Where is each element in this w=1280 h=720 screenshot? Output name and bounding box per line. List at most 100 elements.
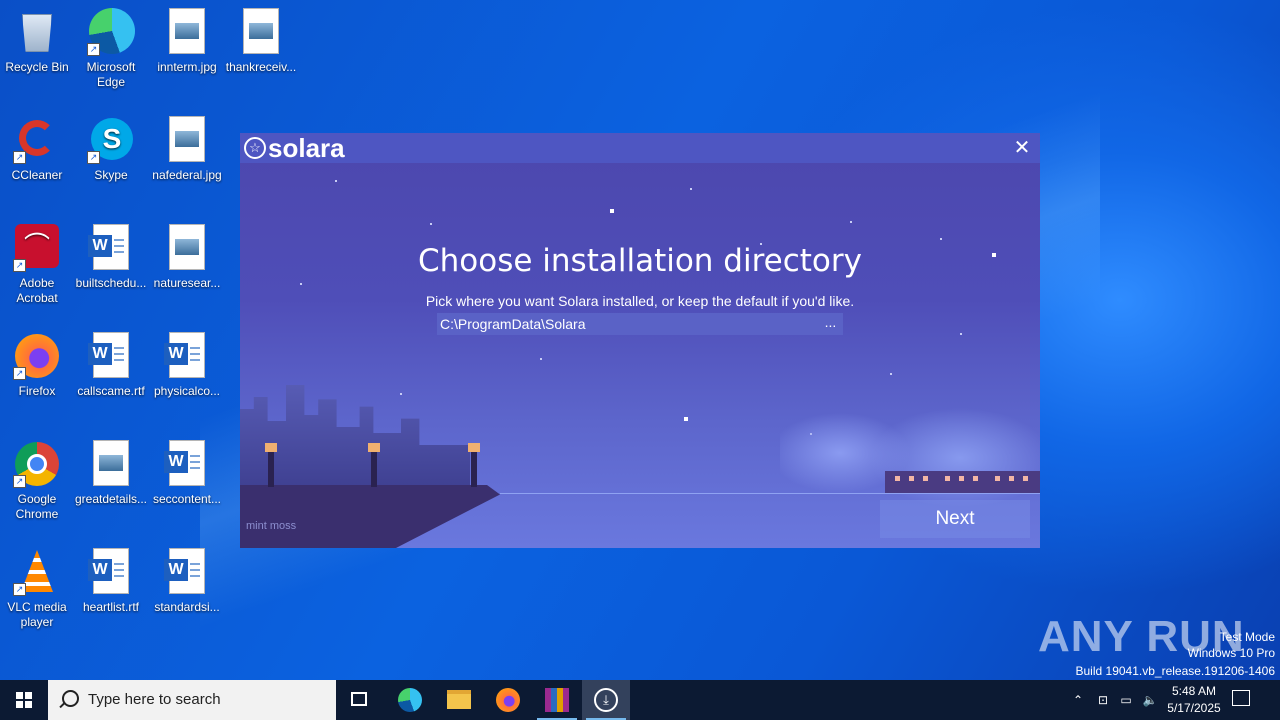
start-button[interactable] [0,680,48,720]
star [850,221,852,223]
street-lamp [368,443,380,487]
taskbar-edge-button[interactable] [386,680,434,720]
installer-window: mint moss ☆ solara ✕ Choose installation… [240,133,1040,548]
image-file-icon [163,116,211,164]
desktop-icon-label: callscame.rtf [77,384,145,398]
background-clouds [780,403,1040,513]
recycle-bin-icon [13,8,61,56]
desktop-icon-label: heartlist.rtf [82,600,139,614]
tray-device-button[interactable]: ⊡ [1093,680,1113,720]
show-hidden-icons-button[interactable]: ⌃ [1068,680,1088,720]
desktop-icon-adobe-acrobat[interactable]: ⌒ ↗ Adobe Acrobat [0,224,74,306]
taskbar-installer-button[interactable]: ⤓ [582,680,630,720]
desktop-icon-ccleaner[interactable]: ↗ CCleaner [0,116,74,183]
tray-volume-button[interactable]: 🔈 [1140,680,1160,720]
star [890,373,892,375]
desktop-icon-callscame[interactable]: W callscame.rtf [74,332,148,399]
word-document-icon: W [163,548,211,596]
desktop-icon-label: seccontent... [152,492,222,506]
star [400,393,402,395]
desktop-icon-microsoft-edge[interactable]: ↗ Microsoft Edge [74,8,148,90]
desktop-icon-google-chrome[interactable]: ↗ Google Chrome [0,440,74,522]
desktop-icon-label: VLC media player [7,600,67,629]
desktop-icon-label: physicalco... [153,384,221,398]
word-document-icon: W [87,224,135,272]
desktop-icon-heartlist[interactable]: W heartlist.rtf [74,548,148,615]
desktop-icon-label: Google Chrome [15,492,59,521]
desktop-icon-recycle-bin[interactable]: Recycle Bin [0,8,74,75]
firefox-icon [496,688,520,712]
vlc-icon: ↗ [13,548,61,596]
street-lamp [265,443,277,487]
star [690,188,692,190]
desktop-icon-thankreceiv[interactable]: thankreceiv... [224,8,298,75]
browse-button[interactable]: ... [818,313,843,335]
device-icon: ⊡ [1097,693,1109,707]
windows-edition-text: Windows 10 Pro [1187,646,1275,660]
file-explorer-icon [447,690,471,709]
shortcut-arrow-icon: ↗ [13,475,26,488]
desktop-icon-naturesear[interactable]: naturesear... [150,224,224,291]
desktop-icon-label: innterm.jpg [157,60,217,74]
desktop-icon-vlc[interactable]: ↗ VLC media player [0,548,74,630]
desktop-icon-label: CCleaner [11,168,63,182]
winrar-icon [545,688,569,712]
desktop-icon-nafederal[interactable]: nafederal.jpg [150,116,224,183]
street-lamp [468,443,480,487]
star [300,283,302,285]
star [684,417,688,421]
desktop-icon-seccontent[interactable]: W seccontent... [150,440,224,507]
taskbar-search-box[interactable]: Type here to search [48,680,336,720]
notification-center-icon[interactable] [1232,690,1250,706]
search-placeholder: Type here to search [88,691,221,708]
image-file-icon [163,8,211,56]
shortcut-arrow-icon: ↗ [87,151,100,164]
task-view-icon [351,692,367,706]
desktop-icon-firefox[interactable]: ↗ Firefox [0,332,74,399]
shortcut-arrow-icon: ↗ [13,151,26,164]
desktop-icon-label: Recycle Bin [5,60,69,74]
task-view-button[interactable] [336,680,384,720]
background-train [885,471,1040,493]
taskbar-firefox-button[interactable] [484,680,532,720]
desktop-icon-label: standardsi... [154,600,220,614]
build-text: Build 19041.vb_release.191206-1406 [1075,664,1276,678]
desktop-icon-innterm[interactable]: innterm.jpg [150,8,224,75]
desktop-icon-greatdetails[interactable]: greatdetails... [74,440,148,507]
tray-network-button[interactable]: ▭ [1116,680,1136,720]
word-document-icon: W [87,332,135,380]
taskbar: Type here to search ⤓ ⌃ ⊡ ▭ 🔈 5:48 AM 5/… [0,680,1280,720]
star [335,180,337,182]
star [940,238,942,240]
desktop-icon-label: builtschedu... [75,276,147,290]
taskbar-clock[interactable]: 5:48 AM 5/17/2025 [1162,683,1226,717]
search-icon [62,690,79,707]
shortcut-arrow-icon: ↗ [13,259,26,272]
chrome-icon: ↗ [13,440,61,488]
taskbar-winrar-button[interactable] [533,680,581,720]
close-button[interactable]: ✕ [1010,136,1034,160]
desktop-icon-standardsi[interactable]: W standardsi... [150,548,224,615]
adobe-acrobat-icon: ⌒ ↗ [13,224,61,272]
star [960,333,962,335]
desktop-icon-skype[interactable]: S ↗ Skype [74,116,148,183]
horizon-line [500,493,1040,494]
taskbar-file-explorer-button[interactable] [435,680,483,720]
background-city-skyline [240,385,470,493]
desktop-icon-label: greatdetails... [74,492,148,506]
word-document-icon: W [163,332,211,380]
install-path-input[interactable]: C:\ProgramData\Solara [437,313,843,335]
windows-logo-icon [16,692,32,708]
test-mode-text: Test Mode [1219,630,1275,644]
network-icon: ▭ [1120,693,1132,707]
next-button[interactable]: Next [880,500,1030,538]
installer-titlebar[interactable]: ☆ solara ✕ [240,133,1040,163]
word-document-icon: W [87,548,135,596]
page-title: Choose installation directory [417,243,862,279]
desktop-icon-label: Adobe Acrobat [16,276,58,305]
star [540,358,542,360]
shortcut-arrow-icon: ↗ [13,583,26,596]
desktop-icon-builtschedu[interactable]: W builtschedu... [74,224,148,291]
desktop-icon-physicalco[interactable]: W physicalco... [150,332,224,399]
firefox-icon: ↗ [13,332,61,380]
